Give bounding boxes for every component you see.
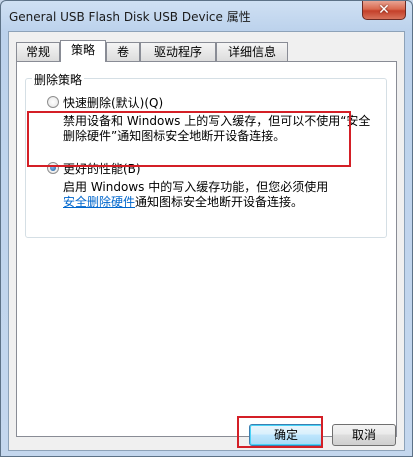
tab-general[interactable]: 常规 xyxy=(16,42,60,61)
title-bar[interactable]: General USB Flash Disk USB Device 属性 ✕ xyxy=(1,1,412,31)
properties-window: General USB Flash Disk USB Device 属性 ✕ 常… xyxy=(0,0,413,457)
safely-remove-hardware-link[interactable]: 安全删除硬件 xyxy=(63,195,135,209)
tab-strip: 常规 策略 卷 驱动程序 详细信息 xyxy=(16,40,396,62)
quick-removal-radio[interactable] xyxy=(47,96,59,108)
better-performance-desc-line2-rest: 通知图标安全地断开设备连接。 xyxy=(135,195,304,209)
close-button[interactable]: ✕ xyxy=(362,1,406,20)
better-performance-highlight-box xyxy=(27,111,351,167)
close-icon: ✕ xyxy=(378,2,390,18)
better-performance-desc-line2: 安全删除硬件通知图标安全地断开设备连接。 xyxy=(63,195,303,210)
group-legend: 删除策略 xyxy=(32,71,85,88)
better-performance-desc-line1: 启用 Windows 中的写入缓存功能，但您必须使用 xyxy=(63,180,329,194)
tab-driver[interactable]: 驱动程序 xyxy=(140,42,216,61)
tab-details[interactable]: 详细信息 xyxy=(216,42,288,61)
quick-removal-label[interactable]: 快速删除(默认)(Q) xyxy=(63,94,163,111)
tab-volumes[interactable]: 卷 xyxy=(106,42,140,61)
ok-button-highlight-box xyxy=(237,416,323,448)
window-title: General USB Flash Disk USB Device 属性 xyxy=(9,10,251,24)
dialog-client-area: 常规 策略 卷 驱动程序 详细信息 删除策略 快速删除(默认)(Q) 禁用设备和… xyxy=(8,31,405,451)
tab-policies[interactable]: 策略 xyxy=(60,40,106,62)
cancel-button[interactable]: 取消 xyxy=(332,424,396,446)
